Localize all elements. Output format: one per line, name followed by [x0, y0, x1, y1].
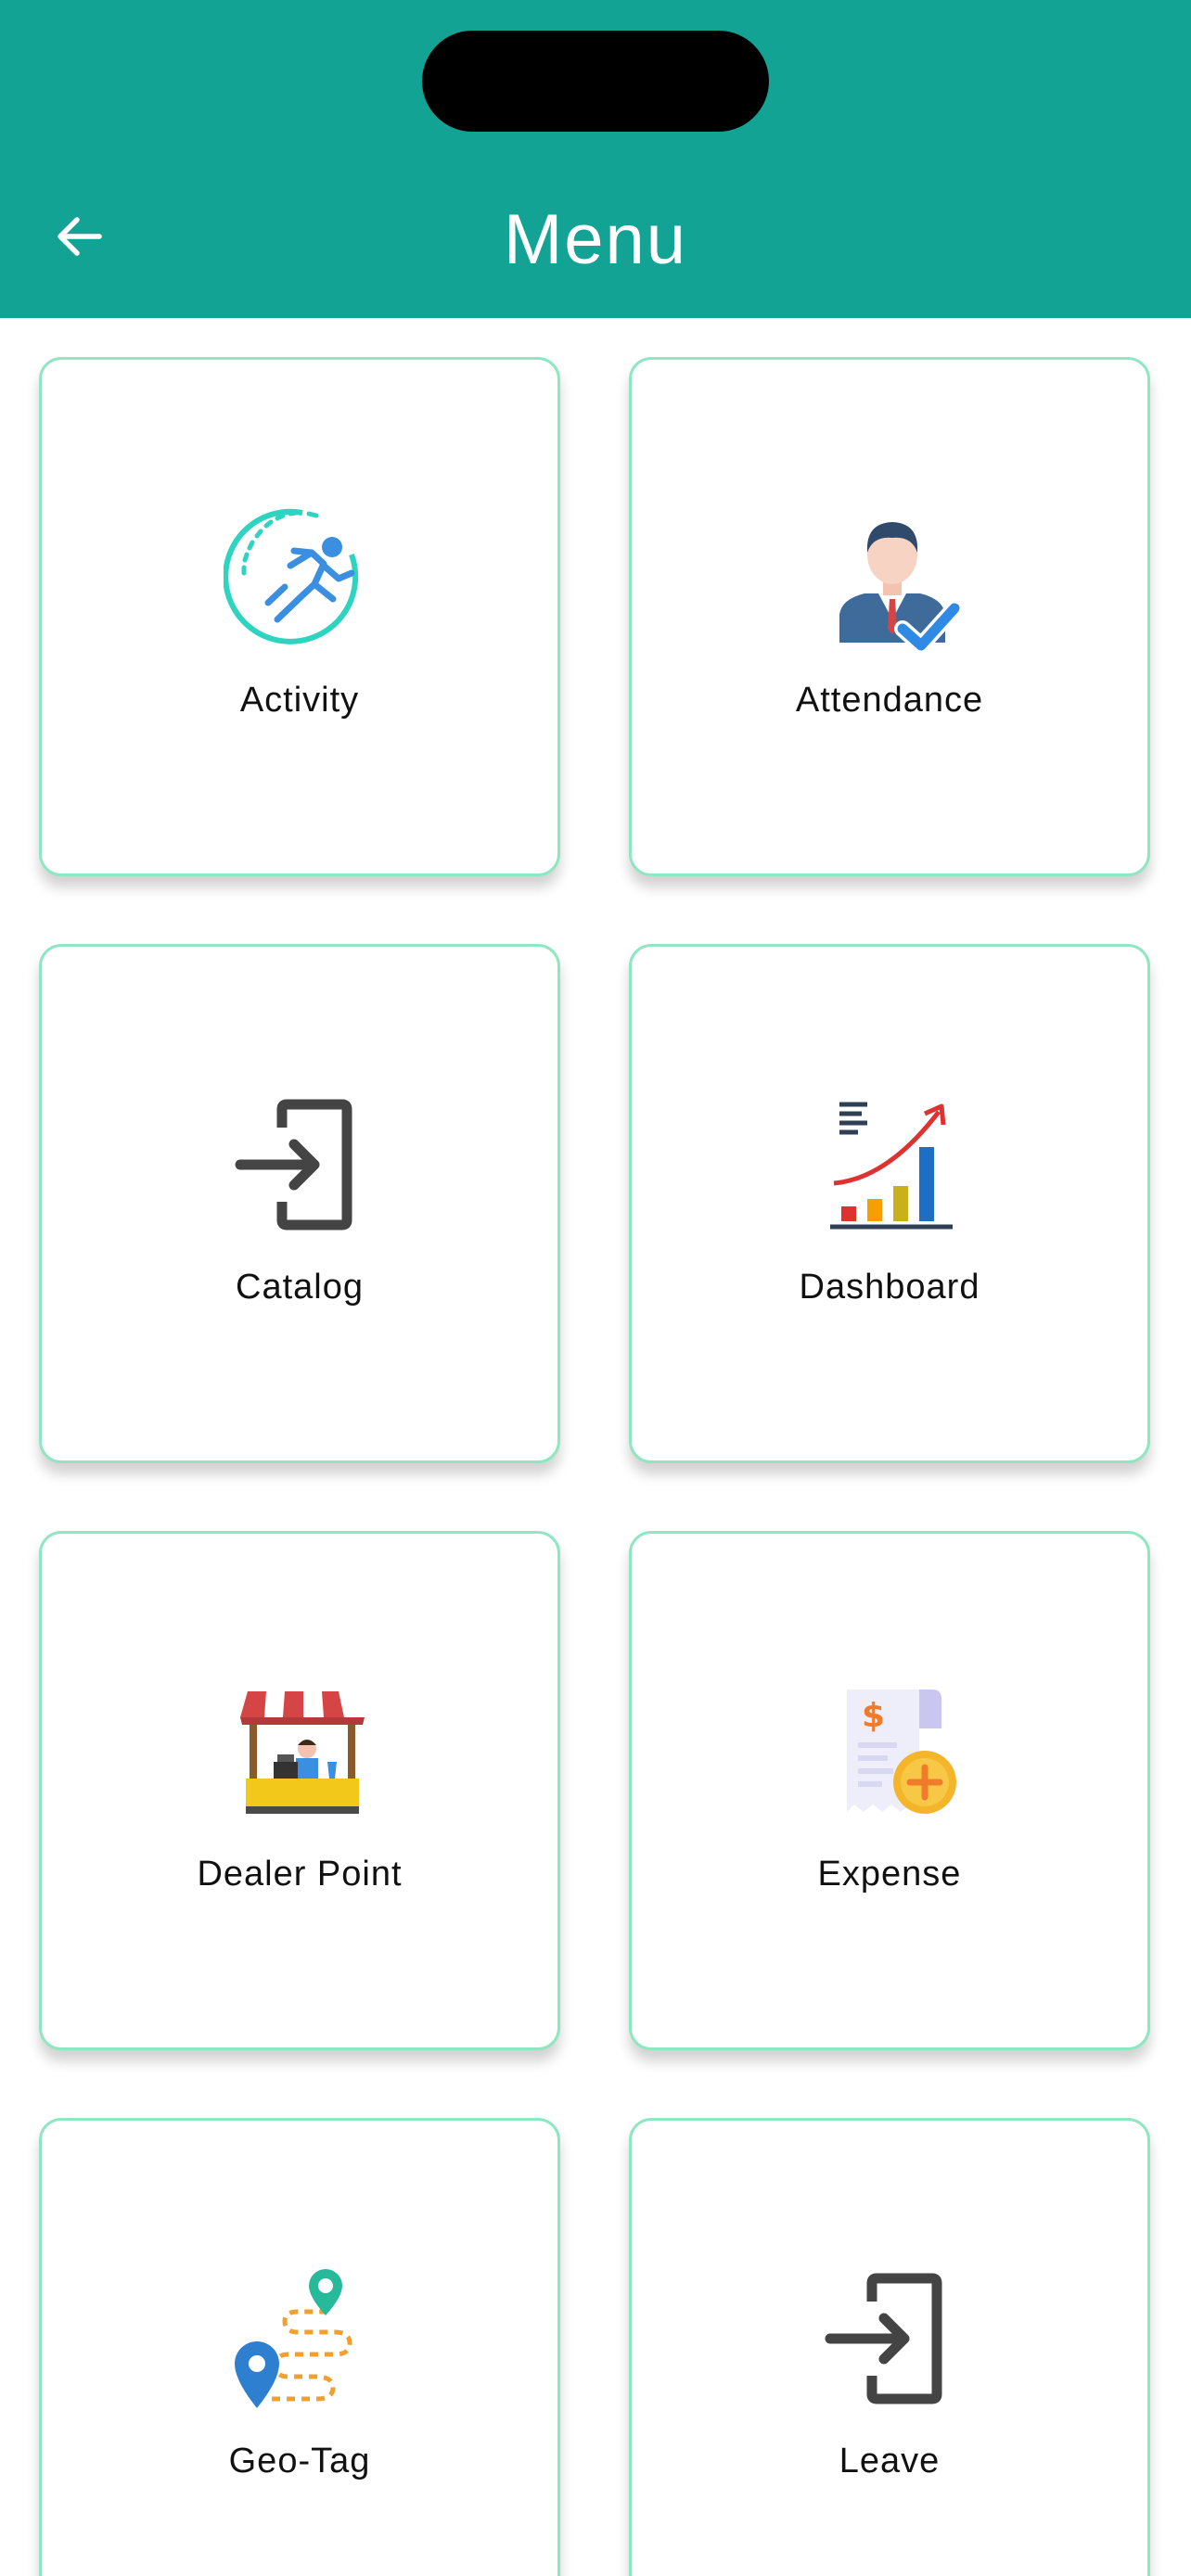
map-route-icon — [235, 2269, 352, 2408]
page-title: Menu — [503, 200, 688, 279]
menu-item-label: Catalog — [236, 1268, 364, 1307]
employee-check-icon — [839, 522, 963, 654]
svg-text:$: $ — [862, 1697, 885, 1735]
menu-item-label: Attendance — [795, 681, 984, 720]
login-arrow-icon — [825, 2273, 942, 2404]
menu-item-dashboard[interactable]: Dashboard — [629, 944, 1150, 1463]
receipt-add-icon: $ — [847, 1690, 956, 1814]
menu-item-catalog[interactable]: Catalog — [39, 944, 560, 1463]
menu-item-label: Dashboard — [799, 1268, 980, 1307]
menu-item-label: Expense — [817, 1855, 962, 1894]
app-header: Menu — [0, 0, 1191, 318]
menu-item-geo-tag[interactable]: Geo-Tag — [39, 2118, 560, 2576]
login-arrow-icon — [235, 1099, 352, 1231]
growth-chart-icon — [830, 1102, 953, 1230]
menu-item-attendance[interactable]: Attendance — [629, 357, 1150, 876]
market-stall-icon — [240, 1691, 365, 1814]
menu-item-label: Activity — [239, 681, 360, 720]
menu-item-label: Leave — [839, 2442, 941, 2480]
running-person-icon — [224, 508, 359, 644]
menu-item-label: Dealer Point — [197, 1855, 403, 1894]
menu-item-label: Geo-Tag — [228, 2442, 371, 2480]
menu-item-leave[interactable]: Leave — [629, 2118, 1150, 2576]
menu-item-dealer-point[interactable]: Dealer Point — [39, 1531, 560, 2050]
menu-item-activity[interactable]: Activity — [39, 357, 560, 876]
dynamic-island — [422, 31, 769, 132]
menu-grid: Activity Attendance Catalog Dashboard De… — [0, 318, 1191, 2576]
menu-item-expense[interactable]: $ Expense — [629, 1531, 1150, 2050]
